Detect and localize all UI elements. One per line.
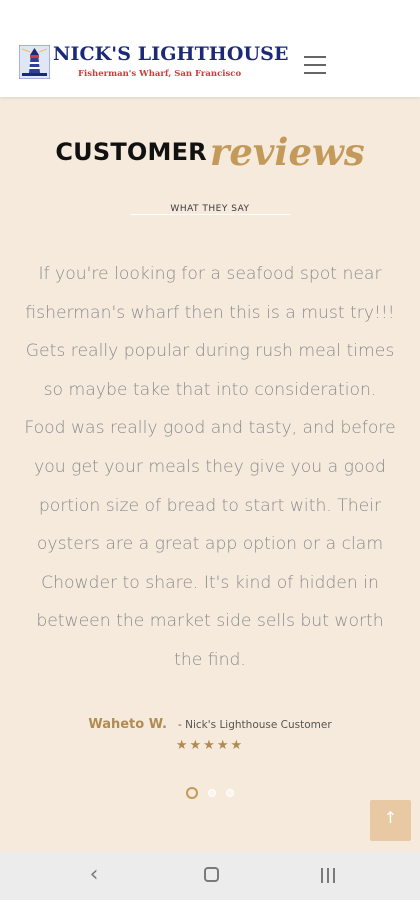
review-line: If you're looking for a seafood spot nea… bbox=[38, 264, 382, 284]
title-bold-part: CUSTOMER bbox=[55, 138, 207, 166]
review-line: the find. bbox=[174, 649, 246, 670]
author-role: - Nick's Lighthouse Customer bbox=[178, 719, 332, 731]
review-line: so maybe take that into consideration. bbox=[43, 379, 377, 400]
back-chevron-icon[interactable]: ‹ bbox=[79, 864, 109, 890]
carousel-dot-3[interactable] bbox=[226, 788, 234, 797]
review-line: fisherman's wharf then this is a must tr… bbox=[25, 302, 395, 323]
section-title: CUSTOMERreviews bbox=[0, 130, 420, 174]
back-to-top-button[interactable]: ↑ bbox=[370, 800, 411, 841]
star-rating: ★★★★★ bbox=[175, 738, 245, 753]
system-nav-bar: ‹ bbox=[0, 852, 420, 900]
review-line: you get your meals they give you a good bbox=[34, 456, 386, 477]
site-header: NICK'S LIGHTHOUSE Fisherman's Wharf, San… bbox=[0, 0, 420, 97]
author-name: Waheto W. bbox=[88, 717, 167, 732]
recents-icon[interactable] bbox=[313, 864, 343, 890]
brand-tagline: Fisherman's Wharf, San Francisco bbox=[78, 69, 242, 79]
review-line: Gets really popular during rush meal tim… bbox=[25, 341, 395, 362]
lighthouse-icon bbox=[19, 45, 50, 79]
subtitle-divider bbox=[130, 214, 290, 215]
carousel-dot-2[interactable] bbox=[208, 788, 216, 797]
hamburger-menu-icon[interactable] bbox=[300, 52, 330, 78]
brand-name: NICK'S LIGHTHOUSE bbox=[53, 43, 289, 65]
review-line: oysters are a great app option or a clam bbox=[36, 534, 384, 555]
review-author: Waheto W. - Nick's Lighthouse Customer bbox=[0, 713, 420, 732]
review-line: between the market side sells but worth bbox=[36, 611, 384, 632]
title-script-part: reviews bbox=[209, 130, 365, 174]
review-line: Food was really good and tasty, and befo… bbox=[24, 418, 396, 439]
review-text: If you're looking for a seafood spot nea… bbox=[0, 255, 420, 680]
review-line: portion size of bread to start with. The… bbox=[38, 495, 382, 516]
home-square-icon[interactable] bbox=[196, 864, 226, 890]
carousel-pagination bbox=[0, 782, 420, 801]
review-line: Chowder to share. It's kind of hidden in bbox=[41, 572, 379, 593]
arrow-up-icon: ↑ bbox=[383, 808, 398, 827]
section-subtitle: WHAT THEY SAY bbox=[170, 204, 250, 214]
subtitle-block: WHAT THEY SAY bbox=[0, 202, 420, 218]
brand-logo[interactable]: NICK'S LIGHTHOUSE Fisherman's Wharf, San… bbox=[19, 43, 288, 81]
carousel-dot-1[interactable] bbox=[186, 786, 198, 799]
